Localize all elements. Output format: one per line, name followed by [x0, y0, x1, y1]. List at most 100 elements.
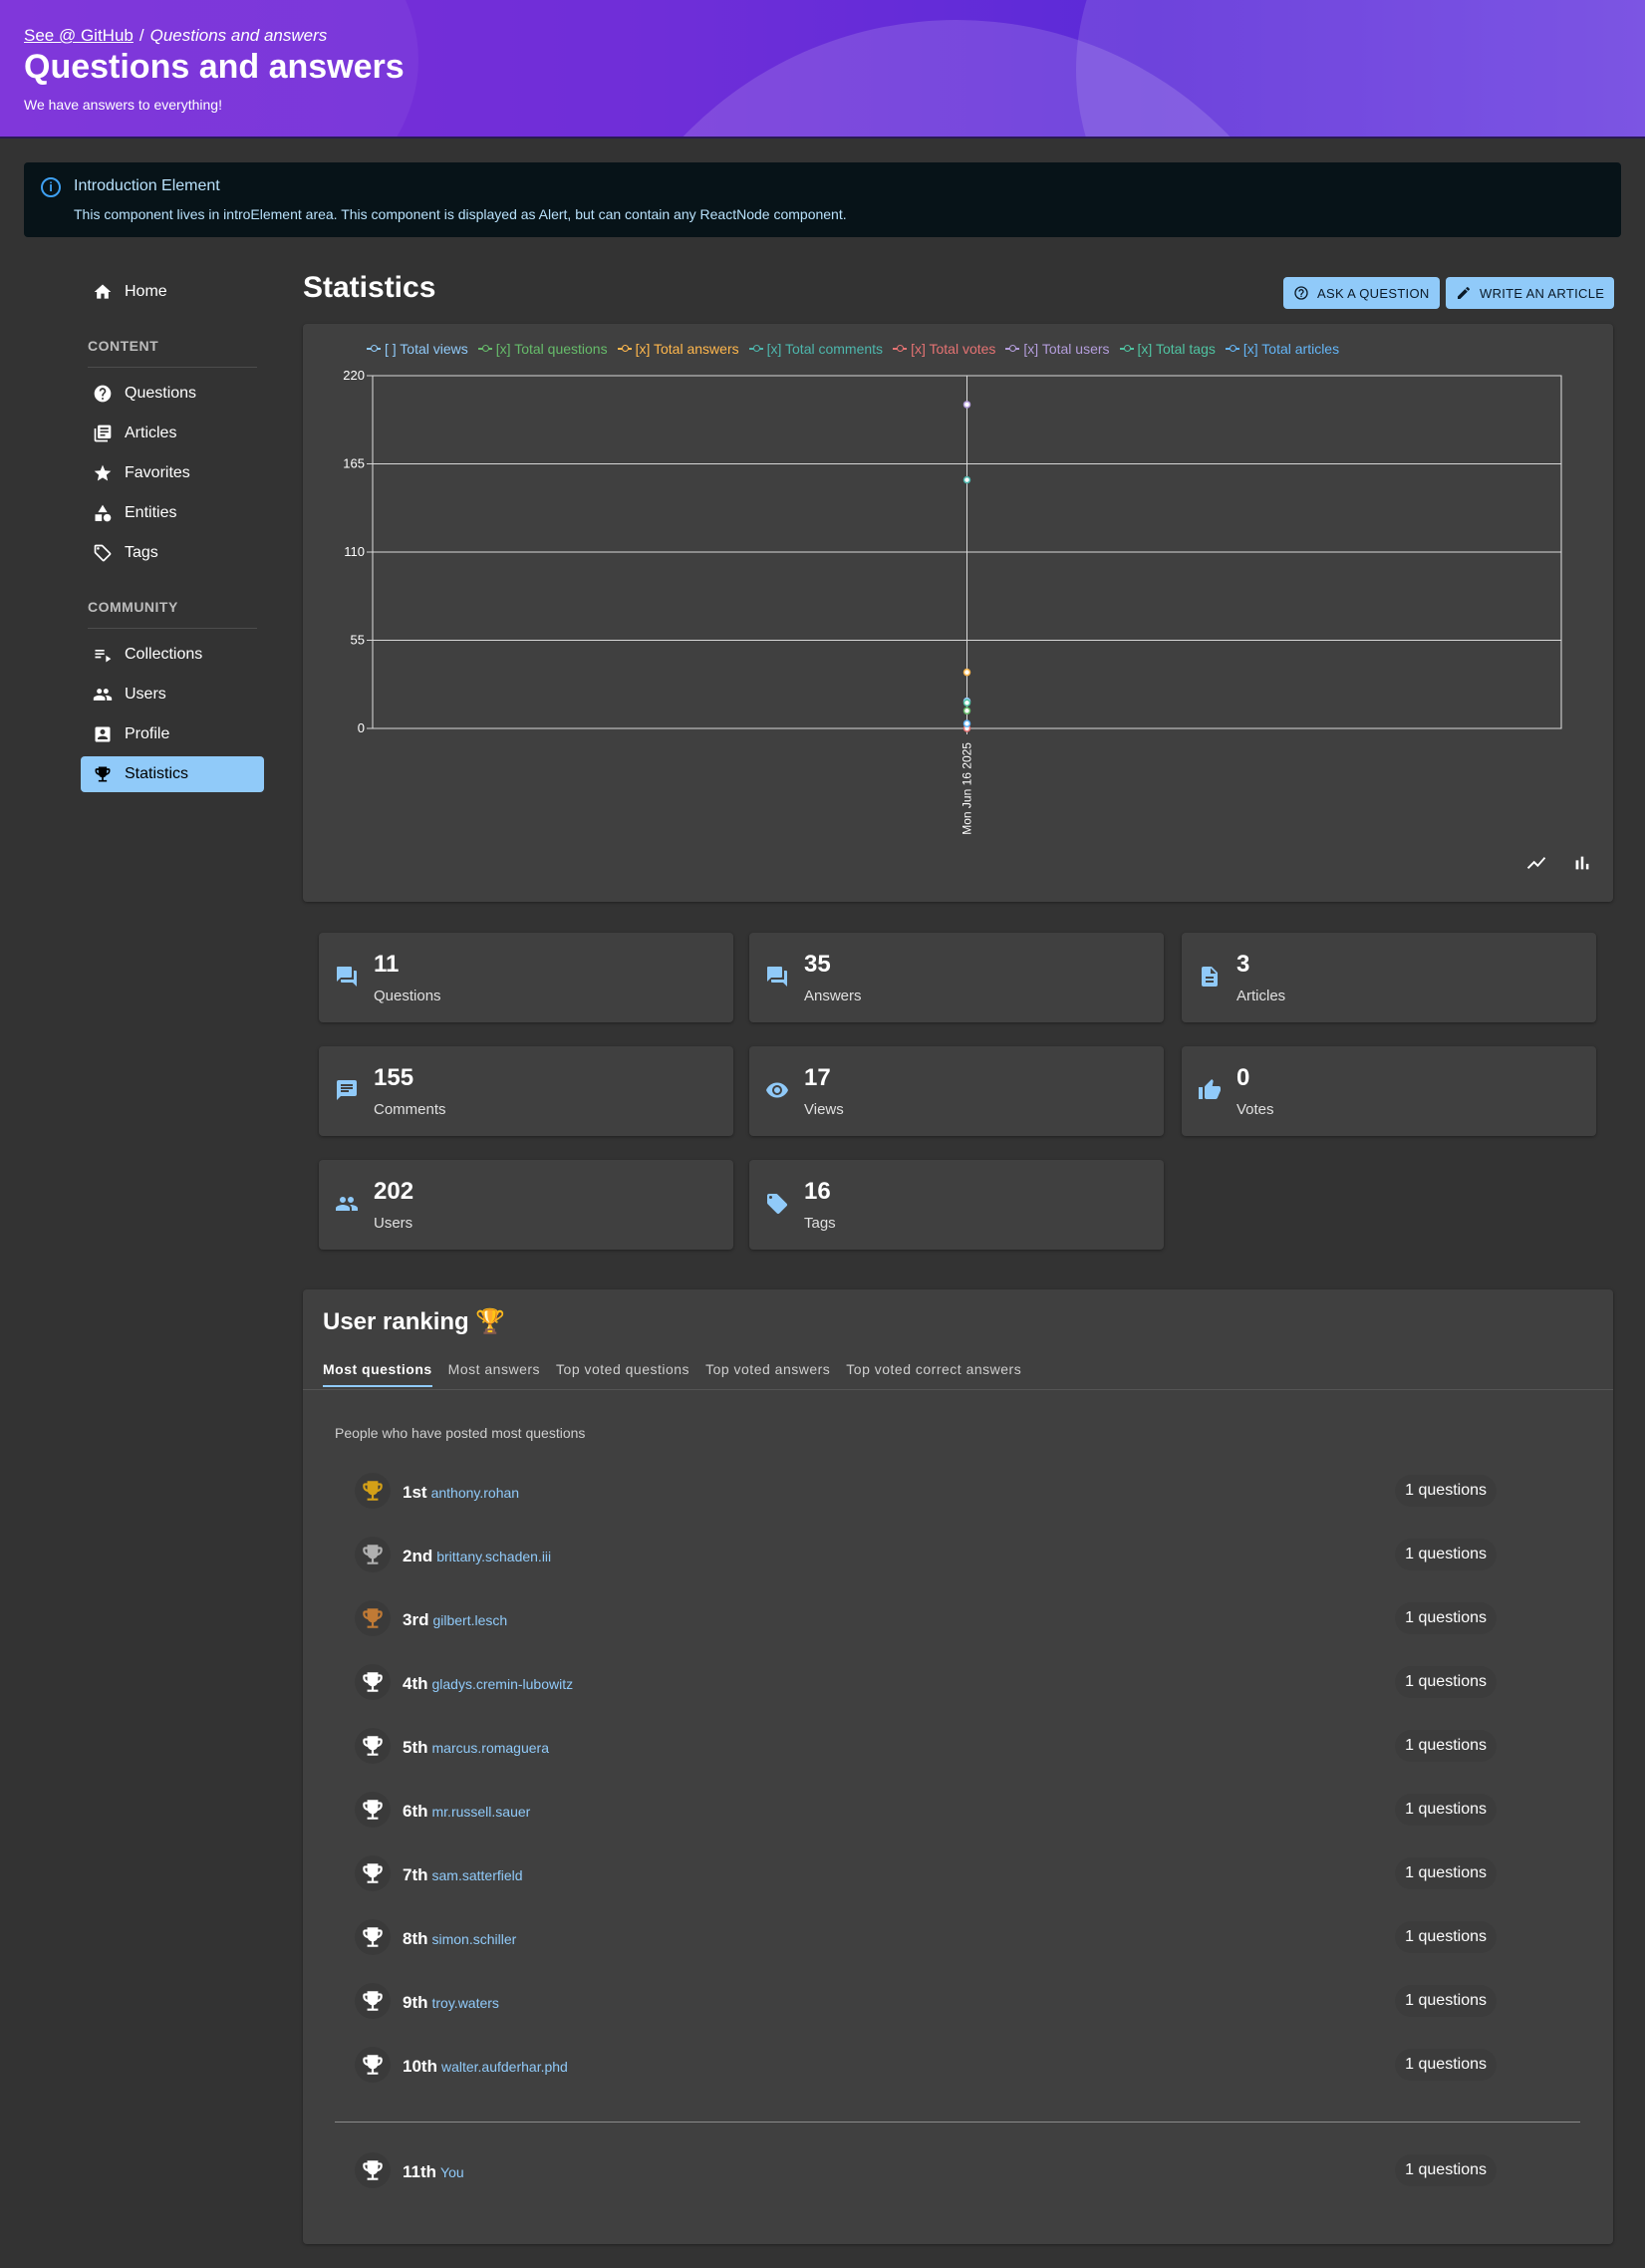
data-point [962, 401, 971, 409]
user-link[interactable]: gladys.cremin-lubowitz [432, 1676, 574, 1692]
user-link[interactable]: You [440, 2164, 464, 2180]
ranking-row: 1st anthony.rohan 1 questions [355, 1471, 1550, 1511]
question-count-chip: 1 questions [1395, 1857, 1497, 1889]
y-tick-label: 165 [343, 456, 365, 471]
stat-value: 0 [1236, 1064, 1250, 1091]
stat-label: Questions [374, 988, 441, 1004]
write-article-button[interactable]: WRITE AN ARTICLE [1446, 277, 1615, 309]
stat-label: Comments [374, 1101, 446, 1118]
chart-type-toggle [1502, 852, 1593, 874]
tab-most-questions[interactable]: Most questions [323, 1361, 432, 1387]
thumb-up-icon [1199, 1079, 1221, 1099]
sidebar-item-label: Collections [125, 646, 203, 663]
rank-position: 6th mr.russell.sauer [403, 1802, 530, 1822]
rank-position: 5th marcus.romaguera [403, 1738, 549, 1758]
data-point [962, 707, 971, 715]
breadcrumb: See @ GitHub / Questions and answers [24, 26, 327, 46]
sidebar-item-entities[interactable]: Entities [81, 495, 264, 531]
sidebar-item-favorites[interactable]: Favorites [81, 455, 264, 491]
sidebar-item-label: Favorites [125, 464, 190, 481]
breadcrumb-github-link[interactable]: See @ GitHub [24, 26, 134, 45]
question-count-chip: 1 questions [1395, 1475, 1497, 1507]
ranking-description: People who have posted most questions [335, 1425, 586, 1441]
y-tick-label: 55 [351, 633, 365, 648]
rank-label: 2nd [403, 1547, 433, 1565]
stat-card-questions: 11 Questions [319, 933, 733, 1022]
stat-card-tags: 16 Tags [749, 1160, 1164, 1250]
write-article-label: WRITE AN ARTICLE [1480, 285, 1605, 301]
user-link[interactable]: troy.waters [432, 1995, 499, 2011]
tab-top-voted-questions[interactable]: Top voted questions [556, 1361, 689, 1387]
stat-value: 16 [804, 1178, 831, 1205]
statistics-line-chart: 0 55 110 165 220 Mon Jun 16 2025 [343, 368, 1562, 835]
sidebar-item-articles[interactable]: Articles [81, 416, 264, 451]
user-link[interactable]: walter.aufderhar.phd [441, 2059, 568, 2075]
ranking-row: 11th You 1 questions [355, 2150, 1550, 2190]
rank-label: 9th [403, 1993, 428, 2012]
star-icon [94, 464, 112, 481]
sidebar-item-label: Articles [125, 425, 177, 441]
data-point [962, 719, 971, 727]
user-link[interactable]: mr.russell.sauer [432, 1804, 531, 1820]
tag-icon [767, 1194, 788, 1215]
sidebar-item-label: Questions [125, 385, 197, 402]
sidebar-item-statistics[interactable]: Statistics [81, 756, 264, 792]
people-icon [336, 1197, 358, 1211]
sidebar-item-users[interactable]: Users [81, 677, 264, 712]
trophy-icon [355, 2047, 391, 2083]
data-point [962, 699, 971, 708]
stat-card-users: 202 Users [319, 1160, 733, 1250]
stat-card-votes: 0 Votes [1182, 1046, 1596, 1136]
sidebar-item-questions[interactable]: Questions [81, 376, 264, 412]
rank-position: 9th troy.waters [403, 1993, 499, 2013]
rank-label: 10th [403, 2057, 437, 2076]
rank-position: 4th gladys.cremin-lubowitz [403, 1674, 573, 1694]
sidebar-heading-community: COMMUNITY [88, 599, 178, 615]
rank-position: 8th simon.schiller [403, 1929, 516, 1949]
stat-value: 35 [804, 951, 831, 978]
user-link[interactable]: simon.schiller [432, 1931, 517, 1947]
user-link[interactable]: anthony.rohan [431, 1485, 519, 1501]
question-count-chip: 1 questions [1395, 2154, 1497, 2186]
tab-top-voted-correct-answers[interactable]: Top voted correct answers [846, 1361, 1021, 1387]
ranking-row: 9th troy.waters 1 questions [355, 1981, 1550, 2021]
sidebar-item-home[interactable]: Home [81, 274, 264, 310]
help-circle-outline-icon [1294, 286, 1308, 300]
tab-top-voted-answers[interactable]: Top voted answers [705, 1361, 830, 1387]
ranking-row: 3rd gilbert.lesch 1 questions [355, 1598, 1550, 1638]
sidebar-item-collections[interactable]: Collections [81, 637, 264, 673]
page-header: See @ GitHub / Questions and answers Quest… [0, 0, 1645, 139]
trophy-icon [355, 1983, 391, 2019]
line-chart-icon[interactable] [1525, 852, 1547, 874]
rank-label: 6th [403, 1802, 428, 1821]
ranking-row: 5th marcus.romaguera 1 questions [355, 1726, 1550, 1766]
stat-label: Votes [1236, 1101, 1274, 1118]
trophy-icon [355, 1473, 391, 1509]
user-link[interactable]: brittany.schaden.iii [436, 1549, 551, 1564]
forum-icon [337, 967, 357, 987]
ask-question-button[interactable]: ASK A QUESTION [1283, 277, 1440, 309]
rank-label: 8th [403, 1929, 428, 1948]
sidebar-item-tags[interactable]: Tags [81, 535, 264, 571]
data-point [962, 475, 971, 484]
sidebar-item-label: Statistics [125, 765, 189, 782]
people-icon [93, 689, 113, 701]
user-link[interactable]: marcus.romaguera [432, 1740, 550, 1756]
app-subtitle: We have answers to everything! [24, 97, 222, 113]
trophy-icon [355, 1855, 391, 1891]
stat-value: 155 [374, 1064, 414, 1091]
ranking-row: 4th gladys.cremin-lubowitz 1 questions [355, 1662, 1550, 1702]
intro-alert: i Introduction Element This component li… [24, 162, 1621, 237]
eye-icon [766, 1082, 788, 1098]
sidebar-item-label: Entities [125, 504, 177, 521]
rank-position: 11th You [403, 2162, 464, 2182]
sidebar-item-label: Users [125, 686, 166, 703]
bar-chart-icon[interactable] [1571, 852, 1593, 874]
user-link[interactable]: sam.satterfield [432, 1867, 523, 1883]
sidebar-item-profile[interactable]: Profile [81, 716, 264, 752]
tab-most-answers[interactable]: Most answers [448, 1361, 540, 1387]
help-circle-icon [94, 385, 112, 403]
sidebar-divider [88, 628, 257, 629]
stat-card-comments: 155 Comments [319, 1046, 733, 1136]
user-link[interactable]: gilbert.lesch [432, 1612, 507, 1628]
